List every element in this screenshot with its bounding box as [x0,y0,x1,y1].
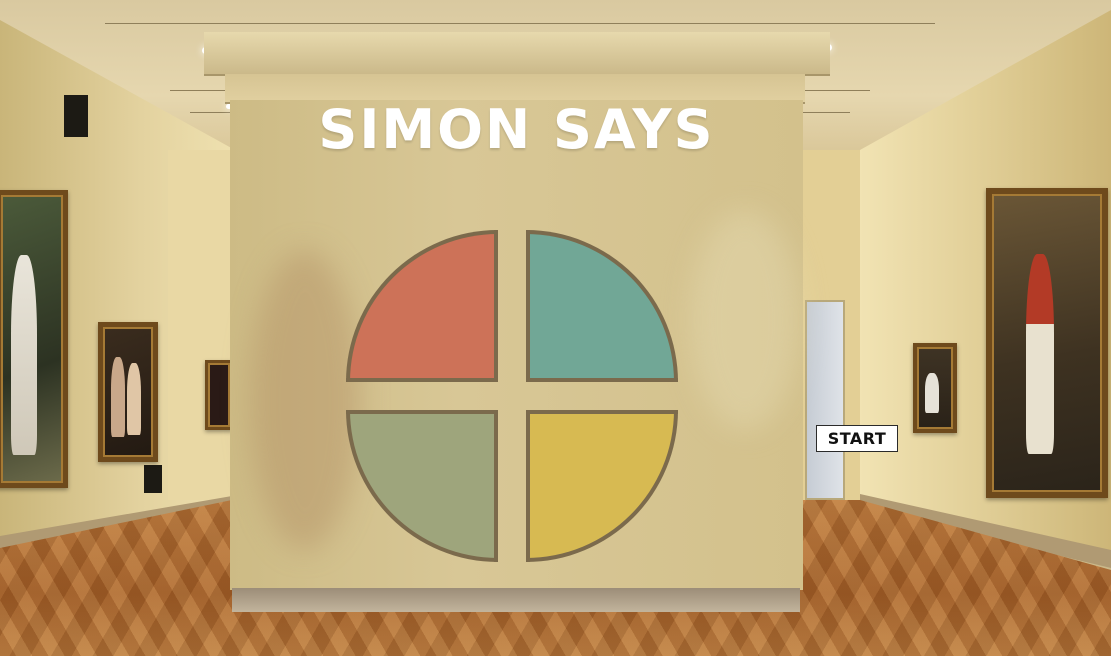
simon-pad-top-left[interactable] [346,230,498,382]
wall-highlight [690,210,800,430]
painting-lady-white-dress [0,190,68,488]
simon-board [344,228,680,564]
simon-pad-bottom-left[interactable] [346,410,498,562]
doorway [805,300,845,500]
partition-base [232,588,800,612]
ceiling-track [105,23,935,24]
painting-seated-lady [913,343,957,433]
floor-vent [144,465,162,493]
painting-two-figures [98,322,158,462]
wall-vent [64,95,88,137]
simon-pad-top-right[interactable] [526,230,678,382]
start-button[interactable]: START [816,425,898,452]
painting-officer-portrait [986,188,1108,498]
partition-cornice [204,32,830,76]
game-title: SIMON SAYS [318,98,715,161]
simon-pad-bottom-right[interactable] [526,410,678,562]
back-wall-left [168,150,238,500]
painting-small-portrait [205,360,233,430]
